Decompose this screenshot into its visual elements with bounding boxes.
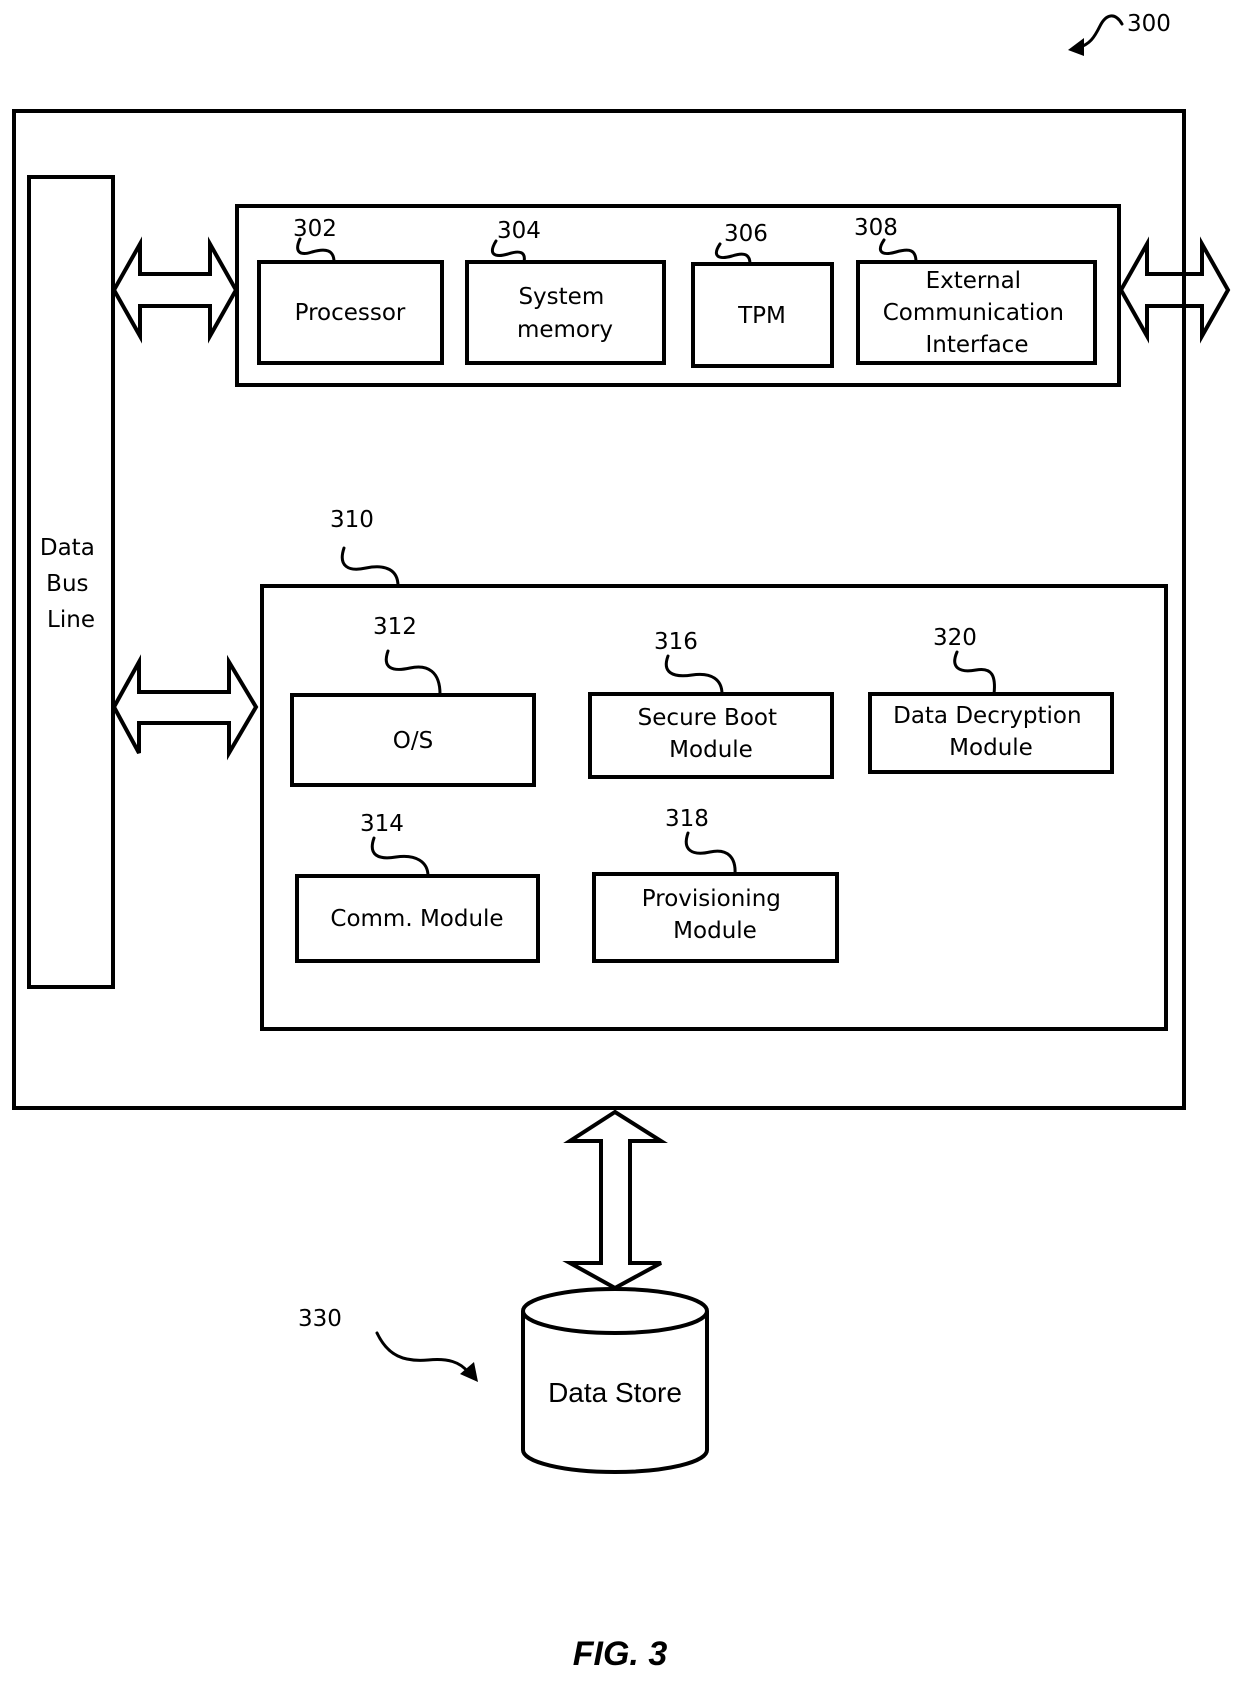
ref-leader-300	[1076, 14, 1124, 50]
data-store-top	[521, 1287, 709, 1335]
ref-label-320: 320	[933, 625, 977, 651]
system-memory-box	[465, 260, 666, 365]
os-label: O/S	[393, 728, 433, 754]
ref-label-308: 308	[854, 215, 898, 241]
ref-label-300: 300	[1127, 11, 1171, 37]
ref-label-314: 314	[360, 811, 404, 837]
ref-label-312: 312	[373, 614, 417, 640]
comm-module-label: Comm. Module	[330, 906, 503, 932]
ref-label-316: 316	[654, 629, 698, 655]
ref-leader-330	[375, 1331, 470, 1374]
processor-label: Processor	[295, 300, 406, 326]
system-diagram: 300 Data Bus Line 302 Processor 304 Syst…	[12, 11, 1231, 1673]
figure-caption: FIG. 3	[573, 1635, 668, 1673]
ref-label-318: 318	[665, 806, 709, 832]
data-bus-label: Data Bus Line	[40, 535, 102, 633]
data-store-label: Data Store	[548, 1377, 682, 1408]
ref-label-330: 330	[298, 1306, 342, 1332]
tpm-label: TPM	[737, 303, 786, 329]
ref-label-310: 310	[330, 507, 374, 533]
system-to-datastore-arrow	[562, 1109, 668, 1291]
ref-arrowhead-300	[1068, 38, 1084, 56]
ref-label-304: 304	[497, 218, 541, 244]
ref-label-306: 306	[724, 221, 768, 247]
